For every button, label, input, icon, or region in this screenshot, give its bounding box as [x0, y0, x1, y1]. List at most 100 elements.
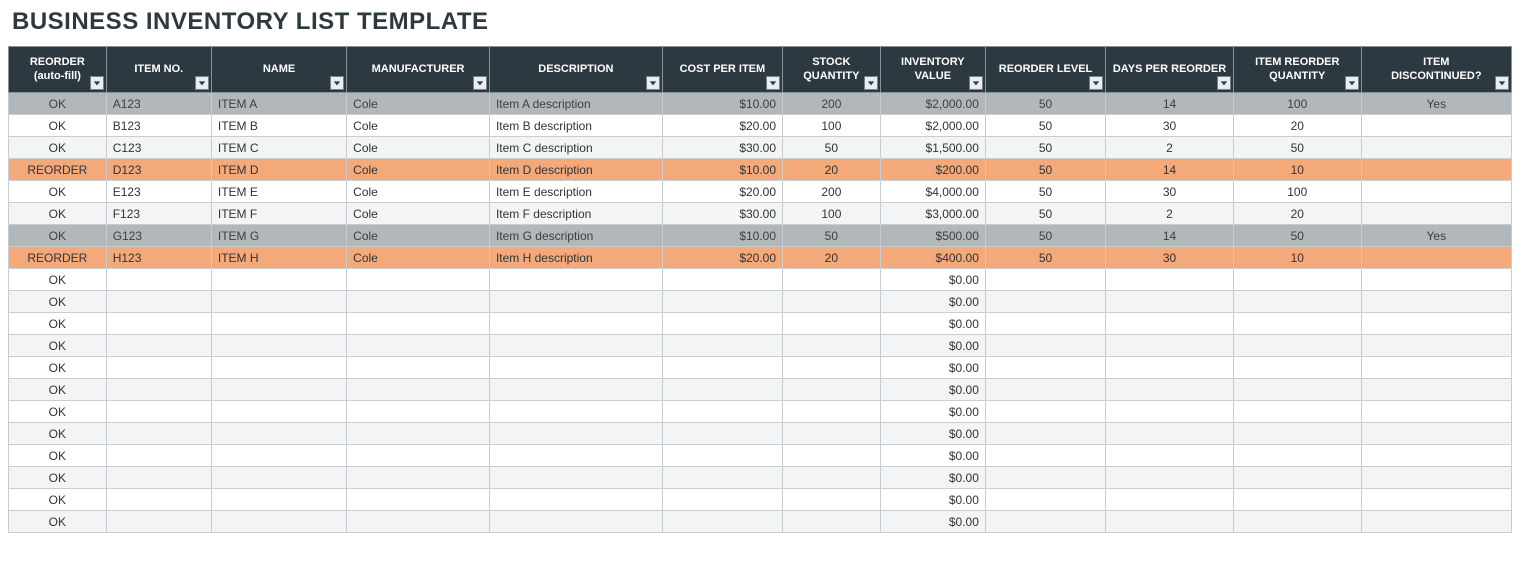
- cell-cost[interactable]: [662, 335, 782, 357]
- cell-manufacturer[interactable]: Cole: [347, 247, 490, 269]
- cell-level[interactable]: [985, 357, 1105, 379]
- cell-description[interactable]: [489, 445, 662, 467]
- cell-reorder[interactable]: REORDER: [9, 159, 107, 181]
- cell-name[interactable]: [211, 445, 346, 467]
- cell-reorder[interactable]: OK: [9, 225, 107, 247]
- filter-dropdown-icon[interactable]: [90, 76, 104, 90]
- cell-manufacturer[interactable]: [347, 445, 490, 467]
- cell-disc[interactable]: [1361, 115, 1511, 137]
- filter-dropdown-icon[interactable]: [1217, 76, 1231, 90]
- cell-qty[interactable]: [1233, 357, 1361, 379]
- cell-qty[interactable]: [1233, 489, 1361, 511]
- cell-disc[interactable]: [1361, 181, 1511, 203]
- cell-disc[interactable]: [1361, 423, 1511, 445]
- cell-value[interactable]: $0.00: [880, 423, 985, 445]
- cell-days[interactable]: [1106, 269, 1234, 291]
- cell-level[interactable]: [985, 313, 1105, 335]
- cell-name[interactable]: ITEM B: [211, 115, 346, 137]
- cell-level[interactable]: [985, 291, 1105, 313]
- cell-name[interactable]: ITEM D: [211, 159, 346, 181]
- cell-days[interactable]: [1106, 313, 1234, 335]
- cell-disc[interactable]: [1361, 269, 1511, 291]
- cell-qty[interactable]: 10: [1233, 159, 1361, 181]
- cell-days[interactable]: 14: [1106, 159, 1234, 181]
- cell-cost[interactable]: $10.00: [662, 225, 782, 247]
- cell-level[interactable]: [985, 335, 1105, 357]
- cell-item_no[interactable]: [106, 511, 211, 533]
- cell-description[interactable]: [489, 423, 662, 445]
- cell-description[interactable]: [489, 335, 662, 357]
- cell-value[interactable]: $0.00: [880, 401, 985, 423]
- cell-name[interactable]: ITEM H: [211, 247, 346, 269]
- cell-cost[interactable]: $20.00: [662, 115, 782, 137]
- cell-manufacturer[interactable]: [347, 511, 490, 533]
- cell-level[interactable]: 50: [985, 93, 1105, 115]
- cell-cost[interactable]: [662, 401, 782, 423]
- cell-stock[interactable]: 20: [783, 159, 881, 181]
- cell-level[interactable]: [985, 423, 1105, 445]
- cell-item_no[interactable]: [106, 401, 211, 423]
- cell-days[interactable]: [1106, 357, 1234, 379]
- cell-cost[interactable]: [662, 511, 782, 533]
- cell-level[interactable]: [985, 269, 1105, 291]
- cell-level[interactable]: 50: [985, 159, 1105, 181]
- cell-qty[interactable]: 10: [1233, 247, 1361, 269]
- cell-value[interactable]: $4,000.00: [880, 181, 985, 203]
- cell-name[interactable]: [211, 313, 346, 335]
- cell-name[interactable]: ITEM G: [211, 225, 346, 247]
- cell-qty[interactable]: [1233, 511, 1361, 533]
- cell-manufacturer[interactable]: [347, 291, 490, 313]
- cell-disc[interactable]: [1361, 247, 1511, 269]
- cell-stock[interactable]: [783, 379, 881, 401]
- cell-name[interactable]: [211, 401, 346, 423]
- cell-description[interactable]: [489, 269, 662, 291]
- cell-value[interactable]: $500.00: [880, 225, 985, 247]
- cell-manufacturer[interactable]: Cole: [347, 203, 490, 225]
- cell-manufacturer[interactable]: [347, 335, 490, 357]
- cell-disc[interactable]: [1361, 291, 1511, 313]
- cell-item_no[interactable]: H123: [106, 247, 211, 269]
- filter-dropdown-icon[interactable]: [1345, 76, 1359, 90]
- filter-dropdown-icon[interactable]: [473, 76, 487, 90]
- cell-name[interactable]: ITEM A: [211, 93, 346, 115]
- cell-qty[interactable]: 20: [1233, 203, 1361, 225]
- cell-disc[interactable]: [1361, 467, 1511, 489]
- cell-reorder[interactable]: OK: [9, 137, 107, 159]
- filter-dropdown-icon[interactable]: [195, 76, 209, 90]
- cell-disc[interactable]: [1361, 511, 1511, 533]
- cell-item_no[interactable]: [106, 423, 211, 445]
- cell-cost[interactable]: [662, 357, 782, 379]
- cell-days[interactable]: [1106, 511, 1234, 533]
- cell-description[interactable]: Item D description: [489, 159, 662, 181]
- cell-name[interactable]: [211, 357, 346, 379]
- cell-value[interactable]: $0.00: [880, 357, 985, 379]
- cell-qty[interactable]: [1233, 445, 1361, 467]
- cell-cost[interactable]: $10.00: [662, 93, 782, 115]
- cell-name[interactable]: ITEM F: [211, 203, 346, 225]
- cell-value[interactable]: $0.00: [880, 489, 985, 511]
- cell-stock[interactable]: [783, 291, 881, 313]
- cell-stock[interactable]: [783, 313, 881, 335]
- cell-days[interactable]: 30: [1106, 115, 1234, 137]
- cell-days[interactable]: 2: [1106, 203, 1234, 225]
- filter-dropdown-icon[interactable]: [330, 76, 344, 90]
- cell-qty[interactable]: 50: [1233, 225, 1361, 247]
- cell-description[interactable]: [489, 379, 662, 401]
- cell-disc[interactable]: [1361, 489, 1511, 511]
- cell-level[interactable]: 50: [985, 247, 1105, 269]
- filter-dropdown-icon[interactable]: [969, 76, 983, 90]
- cell-level[interactable]: [985, 489, 1105, 511]
- cell-value[interactable]: $0.00: [880, 467, 985, 489]
- cell-value[interactable]: $3,000.00: [880, 203, 985, 225]
- cell-reorder[interactable]: OK: [9, 357, 107, 379]
- cell-days[interactable]: [1106, 291, 1234, 313]
- cell-days[interactable]: [1106, 467, 1234, 489]
- cell-item_no[interactable]: D123: [106, 159, 211, 181]
- cell-level[interactable]: [985, 379, 1105, 401]
- cell-stock[interactable]: [783, 467, 881, 489]
- cell-qty[interactable]: 100: [1233, 181, 1361, 203]
- cell-days[interactable]: 14: [1106, 93, 1234, 115]
- cell-reorder[interactable]: OK: [9, 511, 107, 533]
- cell-cost[interactable]: [662, 379, 782, 401]
- cell-item_no[interactable]: B123: [106, 115, 211, 137]
